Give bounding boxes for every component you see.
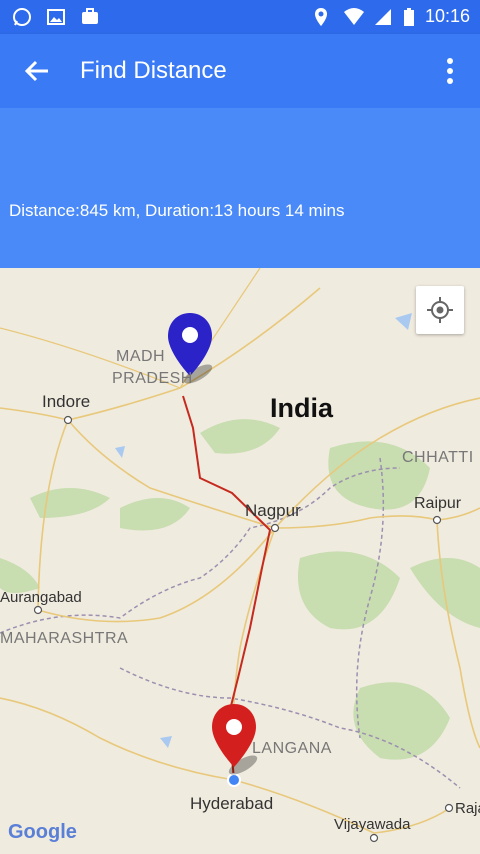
city-dot-indore bbox=[63, 415, 73, 425]
highway bbox=[0, 697, 235, 781]
label-telangana: LANGANA bbox=[252, 740, 332, 757]
city-dot-nagpur bbox=[270, 523, 280, 533]
map-canvas bbox=[0, 268, 480, 843]
label-raja: Raja bbox=[455, 800, 480, 817]
city-dot-raipur bbox=[432, 515, 442, 525]
forest-patch bbox=[298, 551, 400, 630]
my-location-dot bbox=[227, 773, 241, 787]
water-body bbox=[160, 736, 172, 748]
battery-icon bbox=[403, 7, 415, 27]
whatsapp-icon bbox=[12, 7, 32, 27]
forest-patch bbox=[30, 488, 110, 518]
water-body bbox=[395, 313, 412, 330]
label-chhattisgarh: CHHATTI bbox=[402, 449, 474, 466]
arrow-left-icon[interactable] bbox=[22, 56, 52, 86]
clock-time: 10:16 bbox=[424, 6, 470, 26]
label-maharashtra: MAHARASHTRA bbox=[0, 630, 129, 647]
label-madhya-pradesh-2: PRADESH bbox=[112, 370, 193, 387]
label-hyderabad: Hyderabad bbox=[190, 794, 274, 813]
city-dot-raja bbox=[444, 803, 454, 813]
distance-panel: Distance:845 km, Duration:13 hours 14 mi… bbox=[0, 108, 480, 268]
page-title: Find Distance bbox=[80, 57, 227, 84]
wifi-icon bbox=[343, 7, 364, 27]
water-body bbox=[115, 446, 125, 458]
label-madhya-pradesh-1: MADH bbox=[116, 348, 166, 365]
label-aurangabad: Aurangabad bbox=[0, 589, 82, 606]
signal-icon bbox=[373, 7, 393, 27]
label-country: India bbox=[270, 393, 334, 423]
app-bar: Find Distance bbox=[0, 34, 480, 108]
label-raipur: Raipur bbox=[414, 495, 462, 512]
distance-text: Distance:845 km, Duration:13 hours 14 mi… bbox=[9, 201, 345, 220]
my-location-button[interactable] bbox=[416, 286, 464, 334]
label-indore: Indore bbox=[42, 392, 91, 411]
city-dot-vijayawada bbox=[369, 833, 379, 843]
map-view[interactable]: MADH PRADESH India Indore Nagpur CHHATTI… bbox=[0, 268, 480, 854]
google-logo: Google bbox=[8, 821, 77, 843]
gallery-icon bbox=[46, 7, 66, 27]
more-vert-icon[interactable] bbox=[438, 56, 462, 86]
crosshair-icon bbox=[427, 297, 453, 323]
forest-patch bbox=[120, 498, 190, 531]
forest-patch bbox=[0, 558, 40, 593]
city-dot-aurangabad bbox=[33, 605, 43, 615]
label-nagpur: Nagpur bbox=[245, 501, 301, 520]
forest-patch bbox=[200, 419, 280, 454]
status-bar: 10:16 bbox=[0, 0, 480, 34]
location-icon bbox=[313, 7, 333, 27]
briefcase-icon bbox=[80, 7, 100, 27]
label-vijayawada: Vijayawada bbox=[334, 816, 411, 833]
